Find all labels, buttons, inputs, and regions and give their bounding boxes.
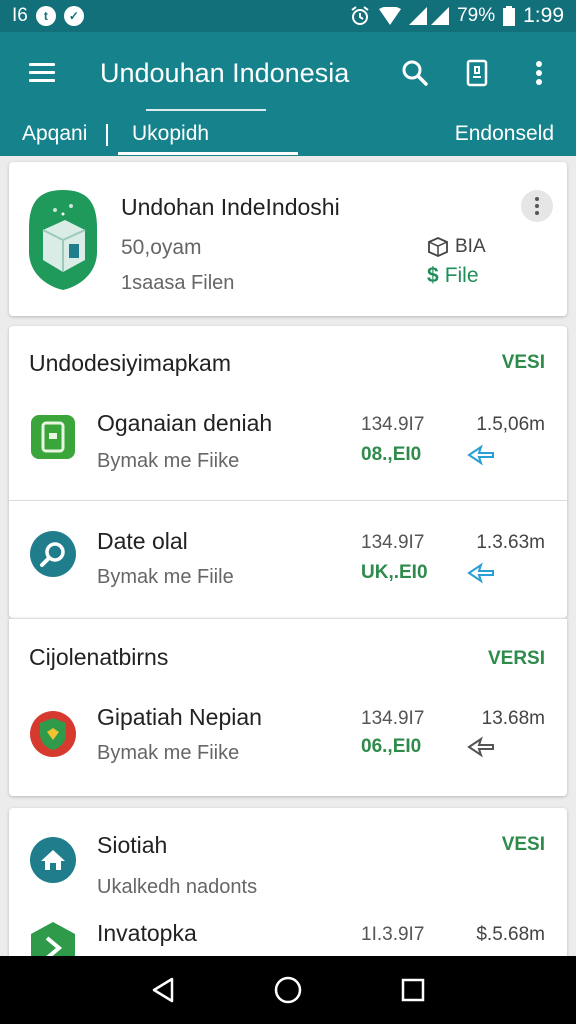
twitter-icon: t bbox=[35, 6, 56, 26]
red-shield-icon bbox=[30, 711, 76, 757]
dollar-icon: $ bbox=[427, 264, 439, 287]
row-version: 134.9I7 bbox=[361, 532, 425, 553]
divider bbox=[9, 500, 567, 501]
active-tab-indicator bbox=[118, 152, 298, 155]
overflow-menu-icon[interactable] bbox=[508, 45, 570, 101]
box-icon bbox=[428, 237, 448, 257]
notification-icon: ✓ bbox=[63, 6, 84, 26]
app-toolbar: Undouhan Indonesia bbox=[0, 32, 576, 114]
card-more-icon[interactable] bbox=[521, 190, 553, 222]
green-app-icon bbox=[31, 415, 75, 459]
row-code: 06.,EI0 bbox=[361, 736, 422, 757]
signal-icon bbox=[409, 7, 450, 25]
row-code: UK,.EI0 bbox=[361, 562, 428, 583]
home-button-icon[interactable] bbox=[268, 970, 308, 1010]
app-size: 50,oyam bbox=[121, 236, 202, 259]
app-subtitle: 1saasa Filen bbox=[121, 272, 235, 294]
row-title: Invatopka bbox=[97, 920, 197, 946]
section-action-button[interactable]: VERSI bbox=[488, 648, 545, 670]
section-header: Siotiah bbox=[97, 832, 168, 858]
recents-icon[interactable] bbox=[393, 970, 433, 1010]
download-arrow-icon[interactable] bbox=[467, 444, 495, 466]
section-subtitle: Ukalkedh nadonts bbox=[97, 876, 258, 898]
category-badge: BIA bbox=[427, 236, 486, 258]
battery-percent: 79% bbox=[457, 5, 496, 26]
battery-icon bbox=[503, 6, 516, 26]
teal-search-icon bbox=[30, 531, 76, 577]
row-version: 1I.3.9I7 bbox=[361, 924, 425, 945]
phone-file-icon[interactable] bbox=[446, 45, 508, 101]
tab-apqani[interactable]: Apqani bbox=[22, 122, 87, 146]
tab-ukopidh[interactable]: Ukopidh bbox=[132, 122, 209, 146]
section-card-3: Siotiah VESI Ukalkedh nadonts Invatopka … bbox=[9, 808, 567, 968]
featured-app-card[interactable]: Undohan IndeIndoshi 50,oyam 1saasa Filen… bbox=[9, 162, 567, 316]
system-nav-bar bbox=[0, 956, 576, 1024]
tab-divider bbox=[106, 124, 108, 146]
alarm-icon bbox=[351, 6, 369, 25]
row-title: Date olal bbox=[97, 528, 188, 554]
back-icon[interactable] bbox=[143, 970, 183, 1010]
menu-icon[interactable] bbox=[14, 45, 70, 101]
row-title: Gipatiah Nepian bbox=[97, 704, 262, 730]
row-subtitle: Bymak me Fiile bbox=[97, 566, 234, 588]
section-card-2: Cijolenatbirns VERSI Gipatiah Nepian Bym… bbox=[9, 618, 567, 796]
app-logo-icon bbox=[29, 190, 97, 290]
search-icon[interactable] bbox=[384, 45, 446, 101]
download-arrow-icon[interactable] bbox=[467, 562, 495, 584]
row-code: 08.,EI0 bbox=[361, 444, 422, 465]
row-subtitle: Bymak me Fiike bbox=[97, 742, 240, 764]
section-action-button[interactable]: VESI bbox=[502, 834, 545, 856]
row-subtitle: Bymak me Fiike bbox=[97, 450, 240, 472]
status-left-text: I6 bbox=[12, 5, 28, 26]
clock: 1:99 bbox=[523, 4, 564, 27]
toolbar-title: Undouhan Indonesia bbox=[100, 57, 350, 88]
tab-endonseld[interactable]: Endonseld bbox=[455, 122, 554, 146]
divider bbox=[9, 618, 567, 619]
home-icon bbox=[30, 837, 76, 883]
file-button-label: File bbox=[444, 264, 479, 287]
file-button[interactable]: $ File bbox=[427, 264, 479, 288]
app-title: Undohan IndeIndoshi bbox=[121, 194, 340, 220]
toolbar-indicator bbox=[146, 109, 266, 111]
category-badge-label: BIA bbox=[455, 236, 486, 257]
tab-bar: Apqani Ukopidh Endonseld bbox=[0, 109, 576, 156]
row-version: 134.9I7 bbox=[361, 414, 425, 435]
row-size: 1.5,06m bbox=[476, 414, 545, 435]
row-size: 1.3.63m bbox=[476, 532, 545, 553]
row-version: 134.9I7 bbox=[361, 708, 425, 729]
section-card-1: Undodesiyimapkam VESI Oganaian deniah By… bbox=[9, 326, 567, 618]
row-size: $.5.68m bbox=[476, 924, 545, 945]
row-title: Oganaian deniah bbox=[97, 410, 273, 436]
status-bar: I6 t ✓ 79% 1:99 bbox=[0, 0, 576, 32]
section-action-button[interactable]: VESI bbox=[502, 352, 545, 374]
row-size: 13.68m bbox=[481, 708, 545, 729]
wifi-icon bbox=[379, 7, 402, 25]
download-arrow-icon[interactable] bbox=[467, 736, 495, 758]
section-header: Undodesiyimapkam bbox=[29, 350, 231, 376]
section-header: Cijolenatbirns bbox=[29, 644, 169, 670]
